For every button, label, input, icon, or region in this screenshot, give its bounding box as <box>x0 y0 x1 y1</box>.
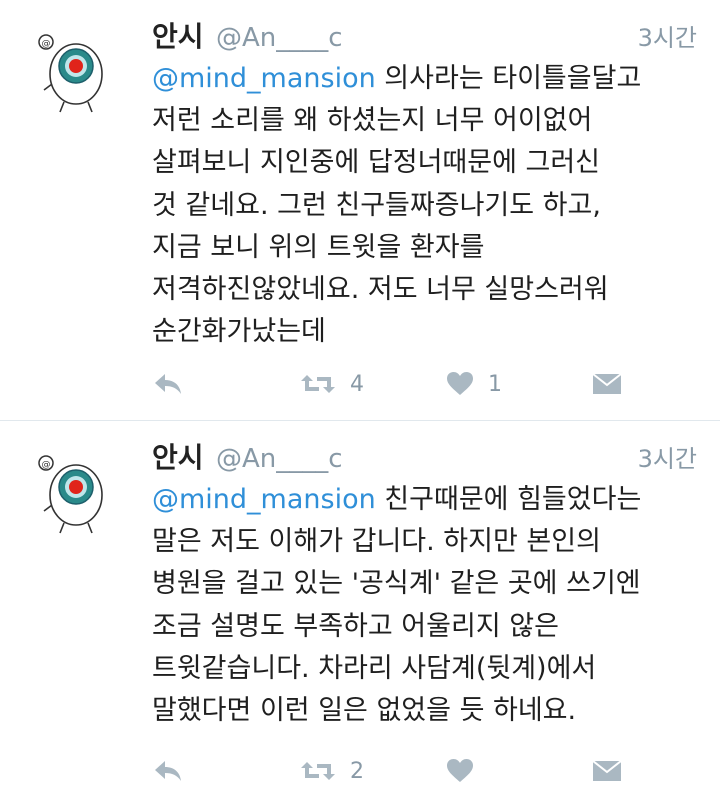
svg-text:@: @ <box>42 39 51 49</box>
reply-button[interactable] <box>152 364 184 404</box>
author-handle[interactable]: @An____c <box>216 20 343 56</box>
retweet-icon <box>301 375 335 393</box>
tweet-actions: 4 1 <box>152 364 692 404</box>
retweet-button[interactable]: 4 <box>300 364 364 404</box>
tweet-text-body: 의사라는 타이틀을달고 저런 소리를 왜 하셨는지 너무 어이없어 살펴보니 지… <box>152 63 642 348</box>
envelope-icon <box>592 373 622 394</box>
like-button[interactable]: 1 <box>446 364 502 404</box>
tweet-actions: 2 <box>152 751 692 791</box>
author-handle[interactable]: @An____c <box>216 441 343 477</box>
reply-button[interactable] <box>152 751 184 791</box>
reply-icon <box>155 374 181 394</box>
tweet-header: 안시 @An____c 3시간 <box>152 18 697 58</box>
avatar[interactable]: @ <box>34 28 116 116</box>
tweet-header: 안시 @An____c 3시간 <box>152 439 697 479</box>
reply-icon <box>155 761 181 781</box>
like-count: 1 <box>488 371 502 397</box>
heart-icon <box>447 759 473 782</box>
avatar[interactable]: @ <box>34 449 116 537</box>
direct-message-button[interactable] <box>592 364 622 404</box>
tweet-card[interactable]: @ 안시 @An____c 3시간 @mind_mansion 의사라는 타이틀… <box>0 0 720 421</box>
author-name[interactable]: 안시 <box>152 439 204 477</box>
retweet-count: 2 <box>350 758 364 784</box>
tweet-text: @mind_mansion 의사라는 타이틀을달고 저런 소리를 왜 하셨는지 … <box>152 58 700 353</box>
timestamp[interactable]: 3시간 <box>638 441 697 477</box>
svg-text:@: @ <box>42 460 51 470</box>
retweet-icon <box>301 762 335 780</box>
like-button[interactable] <box>446 751 474 791</box>
tweet-text: @mind_mansion 친구때문에 힘들었다는 말은 저도 이해가 갑니다.… <box>152 479 700 732</box>
heart-icon <box>447 372 473 395</box>
direct-message-button[interactable] <box>592 751 622 791</box>
retweet-count: 4 <box>350 371 364 397</box>
retweet-button[interactable]: 2 <box>300 751 364 791</box>
eyeball-character-icon: @ <box>38 34 103 113</box>
tweet-card[interactable]: @ 안시 @An____c 3시간 @mind_mansion 친구때문에 힘들… <box>0 421 720 804</box>
timestamp[interactable]: 3시간 <box>638 20 697 56</box>
mention-link[interactable]: @mind_mansion <box>152 63 376 94</box>
mention-link[interactable]: @mind_mansion <box>152 484 376 515</box>
author-name[interactable]: 안시 <box>152 18 204 56</box>
envelope-icon <box>592 760 622 781</box>
tweet-text-body: 친구때문에 힘들었다는 말은 저도 이해가 갑니다. 하지만 본인의 병원을 걸… <box>152 484 642 727</box>
eyeball-character-icon: @ <box>38 455 103 534</box>
